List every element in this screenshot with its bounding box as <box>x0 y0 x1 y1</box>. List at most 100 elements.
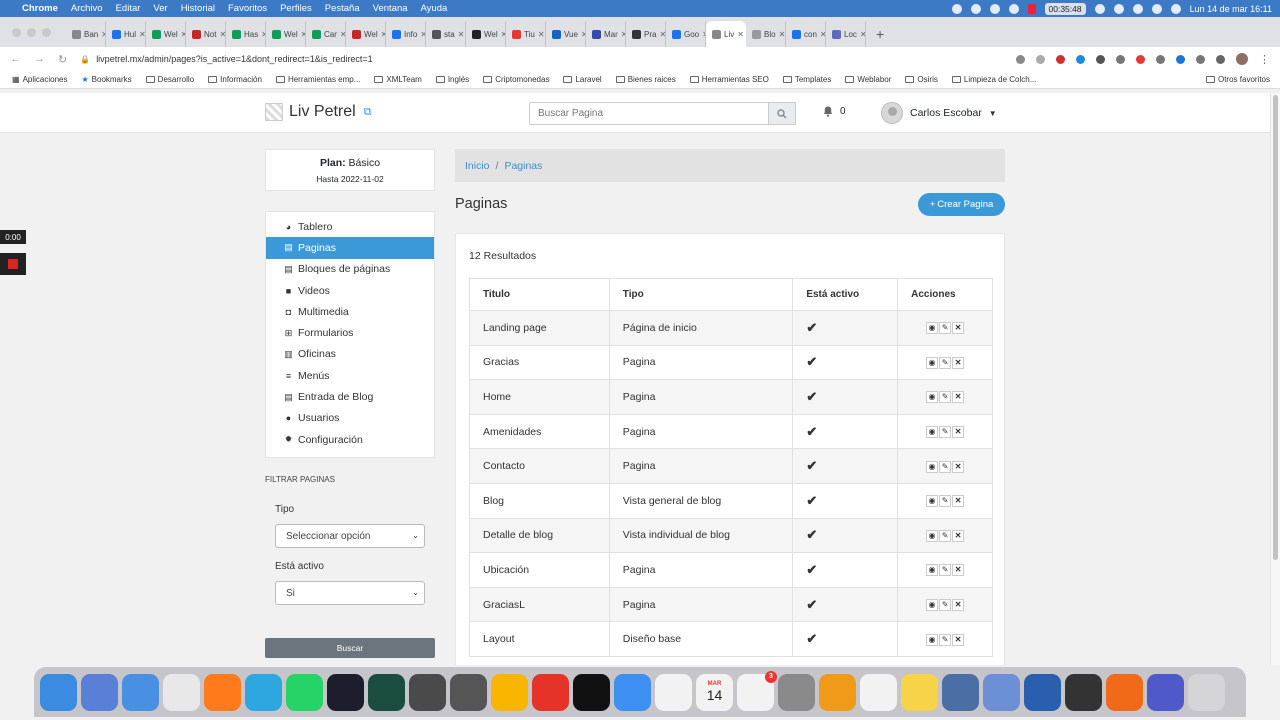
photos-icon[interactable] <box>655 673 692 711</box>
extension-icon[interactable] <box>1116 54 1125 64</box>
edit-icon[interactable]: ✎ <box>939 529 952 542</box>
bookmark-folder[interactable]: Información <box>208 75 262 84</box>
browser-tab[interactable]: Wel✕ <box>266 21 306 47</box>
record-icon[interactable] <box>1027 3 1036 14</box>
firefox-icon[interactable] <box>204 673 241 711</box>
close-window-button[interactable] <box>12 28 21 37</box>
user-menu[interactable]: Carlos Escobar ▼ <box>881 102 997 124</box>
delete-icon[interactable]: ✕ <box>952 564 965 577</box>
menu-favoritos[interactable]: Favoritos <box>228 3 267 14</box>
control-center-icon[interactable] <box>1170 3 1181 14</box>
pages-icon[interactable] <box>819 673 856 711</box>
page-scrollbar[interactable] <box>1270 93 1280 665</box>
close-tab-icon[interactable]: ✕ <box>458 30 465 39</box>
sidebar-item-entrada-de-blog[interactable]: ▤ Entrada de Blog <box>266 386 434 407</box>
col-tipo[interactable]: Tipo <box>608 278 794 311</box>
trash-icon[interactable] <box>1188 673 1225 711</box>
display-icon[interactable] <box>1094 3 1105 14</box>
create-page-button[interactable]: + Crear Pagina <box>918 193 1005 216</box>
bookmark-folder[interactable]: Criptomonedas <box>483 75 549 84</box>
sidebar-item-tablero[interactable]: ◕ Tablero <box>266 216 434 237</box>
monitor-icon[interactable] <box>1024 673 1061 711</box>
breadcrumb-inicio[interactable]: Inicio <box>465 160 490 172</box>
reload-icon[interactable]: ↻ <box>58 53 67 66</box>
gitkraken-icon[interactable] <box>368 673 405 711</box>
star-icon[interactable] <box>1036 54 1045 64</box>
pen-icon[interactable] <box>951 3 962 14</box>
browser-tab[interactable]: Blo ✕ <box>746 21 786 47</box>
anydesk-icon[interactable] <box>532 673 569 711</box>
edit-icon[interactable]: ✎ <box>939 633 952 646</box>
browser-tab[interactable]: Not ✕ <box>186 21 226 47</box>
whatsapp-icon[interactable] <box>286 673 323 711</box>
gear-icon[interactable] <box>1008 3 1019 14</box>
tipo-select[interactable]: Seleccionar opción ⌄ <box>275 524 425 548</box>
eye-icon[interactable]: ◉ <box>926 322 939 335</box>
sidebar-item-oficinas[interactable]: ▥ Oficinas <box>266 344 434 365</box>
search-icon[interactable] <box>1151 3 1162 14</box>
menu-historial[interactable]: Historial <box>181 3 215 14</box>
edit-icon[interactable]: ✎ <box>939 322 952 335</box>
profile-avatar[interactable] <box>1236 53 1248 65</box>
puzzle-icon[interactable] <box>1196 54 1205 64</box>
edit-icon[interactable]: ✎ <box>939 426 952 439</box>
browser-tab[interactable]: Has✕ <box>226 21 266 47</box>
bookmark-folder[interactable]: XMLTeam <box>374 75 422 84</box>
sketch-icon[interactable] <box>491 673 528 711</box>
browser-tab[interactable]: Pra ✕ <box>626 21 666 47</box>
eye-icon[interactable]: ◉ <box>926 391 939 404</box>
external-link-icon[interactable]: ⧉ <box>364 106 372 119</box>
browser-tab[interactable]: Liv ✕ <box>706 21 746 47</box>
menu-app-name[interactable]: Chrome <box>22 3 58 14</box>
bookmark-folder[interactable]: Laravel <box>563 75 602 84</box>
delete-icon[interactable]: ✕ <box>952 633 965 646</box>
chrome-icon[interactable] <box>163 673 200 711</box>
bookmark-folder[interactable]: Bienes raices <box>615 75 676 84</box>
sidebar-item-videos[interactable]: ■ Videos <box>266 280 434 301</box>
bookmark-folder[interactable]: Herramientas emp... <box>275 75 360 84</box>
battery-icon[interactable] <box>1113 3 1124 14</box>
close-tab-icon[interactable]: ✕ <box>538 30 545 39</box>
delete-icon[interactable]: ✕ <box>952 460 965 473</box>
shield-icon[interactable] <box>989 3 1000 14</box>
bookmark-bookmarks[interactable]: ★ Bookmarks <box>81 75 131 84</box>
edit-icon[interactable]: ✎ <box>939 391 952 404</box>
opera-icon[interactable] <box>1056 54 1065 64</box>
eye-icon[interactable]: ◉ <box>926 460 939 473</box>
menu-editar[interactable]: Editar <box>116 3 141 14</box>
delete-icon[interactable]: ✕ <box>952 599 965 612</box>
settings-tool-icon[interactable] <box>450 673 487 711</box>
eye-icon[interactable]: ◉ <box>926 529 939 542</box>
edit-icon[interactable]: ✎ <box>939 564 952 577</box>
extension-icon[interactable] <box>1156 54 1165 64</box>
sidebar-item-men-s[interactable]: ≡ Menús <box>266 365 434 386</box>
apps-icon[interactable] <box>122 673 159 711</box>
col-titulo[interactable]: Titulo <box>469 278 610 311</box>
textedit-icon[interactable] <box>860 673 897 711</box>
delete-icon[interactable]: ✕ <box>952 426 965 439</box>
sync-icon[interactable] <box>970 3 981 14</box>
edit-icon[interactable]: ✎ <box>939 495 952 508</box>
bookmark-folder[interactable]: Weblabor <box>845 75 891 84</box>
stop-recording-button[interactable] <box>0 253 26 275</box>
mail-icon[interactable] <box>614 673 651 711</box>
extension-icon[interactable] <box>1136 54 1145 64</box>
browser-tab[interactable]: Wel✕ <box>346 21 386 47</box>
browser-tab[interactable]: sta ✕ <box>426 21 466 47</box>
database-icon[interactable] <box>983 673 1020 711</box>
col-activo[interactable]: Está activo <box>792 278 899 311</box>
browser-tab[interactable]: Hul ✕ <box>106 21 146 47</box>
sidebar-icon[interactable] <box>1216 54 1225 64</box>
clock[interactable]: Lun 14 de mar 16:11 <box>1190 4 1272 14</box>
telegram-icon[interactable] <box>245 673 282 711</box>
notifications[interactable]: 0 <box>823 106 846 117</box>
lock-icon[interactable]: 🔒 <box>80 55 90 64</box>
brand[interactable]: Liv Petrel ⧉ <box>265 103 372 121</box>
delete-icon[interactable]: ✕ <box>952 529 965 542</box>
edit-icon[interactable]: ✎ <box>939 599 952 612</box>
browser-tab[interactable]: con ✕ <box>786 21 826 47</box>
activo-select[interactable]: Si ⌄ <box>275 581 425 605</box>
sublime-icon[interactable] <box>409 673 446 711</box>
browser-tab[interactable]: Ban✕ <box>66 21 106 47</box>
edit-icon[interactable]: ✎ <box>939 356 952 369</box>
